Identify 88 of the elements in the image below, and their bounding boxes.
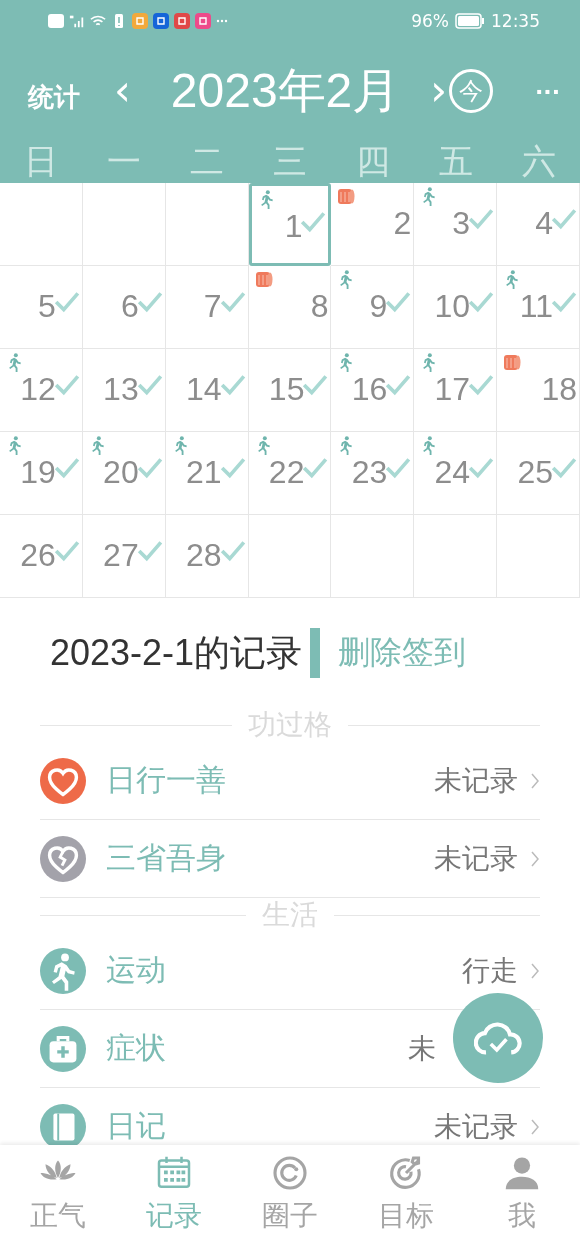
nav-tab[interactable]: 我	[464, 1145, 580, 1242]
day-cell[interactable]: 21	[165, 432, 249, 515]
statistics-link[interactable]: 统计	[28, 79, 80, 115]
record-label[interactable]: 日行一善	[106, 760, 226, 801]
day-number: 13	[103, 371, 139, 408]
day-cell[interactable]: 26	[0, 515, 83, 598]
day-number: 22	[268, 454, 305, 491]
weekday-label: 三	[272, 140, 308, 183]
day-cell[interactable]: 23	[331, 432, 415, 515]
weekday-label: 日	[23, 140, 60, 183]
record-label[interactable]: 运动	[106, 950, 166, 991]
day-number: 20	[103, 454, 139, 491]
day-cell[interactable]: 19	[0, 432, 83, 515]
weekday-label: 四	[354, 140, 391, 183]
day-cell[interactable]: 3	[414, 183, 498, 266]
weekday-label: 一	[106, 140, 143, 183]
delete-checkin-link[interactable]: 删除签到	[338, 631, 467, 675]
day-cell[interactable]: 17	[414, 349, 498, 432]
day-cell[interactable]: 16	[331, 349, 415, 432]
day-number: 17	[434, 371, 471, 408]
record-value: 未	[408, 1030, 436, 1067]
day-cell[interactable]: 6	[82, 266, 166, 349]
day-number: 4	[535, 205, 553, 242]
record-title: 2023-2-1的记录	[50, 630, 303, 675]
day-number: 27	[103, 537, 139, 574]
day-number: 9	[369, 288, 388, 325]
day-number: 24	[434, 454, 471, 491]
previous-month-button[interactable]: ‹	[114, 70, 131, 112]
record-label[interactable]: 症状	[106, 1028, 166, 1069]
day-cell[interactable]: 5	[0, 266, 83, 349]
weekday-label: 二	[189, 140, 226, 183]
day-cell[interactable]: 28	[165, 515, 249, 598]
day-number: 2	[393, 205, 412, 242]
nav-tab[interactable]: 记录	[116, 1145, 232, 1242]
nav-tab[interactable]: 圈子	[232, 1145, 348, 1242]
day-number: 16	[351, 371, 388, 408]
record-label[interactable]: 日记	[106, 1106, 166, 1147]
day-cell[interactable]: 25	[497, 432, 580, 515]
day-cell[interactable]: 24	[414, 432, 498, 515]
day-cell[interactable]: 13	[82, 349, 166, 432]
day-cell[interactable]: 15	[248, 349, 332, 432]
record-value: 未记录	[434, 1108, 518, 1145]
day-cell[interactable]: 11	[497, 266, 580, 349]
day-number: 1	[284, 208, 303, 245]
day-number: 28	[185, 537, 222, 574]
next-month-button[interactable]: ›	[430, 70, 448, 112]
record-value: 未记录	[434, 762, 518, 799]
more-button[interactable]: ···	[534, 78, 560, 104]
day-cell[interactable]: 4	[497, 183, 580, 266]
day-number: 15	[268, 371, 305, 408]
day-cell[interactable]: 27	[82, 515, 166, 598]
day-number: 3	[452, 205, 471, 242]
nav-tab[interactable]: 目标	[348, 1145, 464, 1242]
clock-time: 12:35	[491, 11, 540, 31]
day-cell[interactable]: 10	[414, 266, 498, 349]
day-cell[interactable]: 12	[0, 349, 83, 432]
day-number: 10	[434, 288, 471, 325]
day-cell[interactable]: 8	[248, 266, 332, 349]
record-label[interactable]: 三省吾身	[106, 838, 226, 879]
day-number: 26	[20, 537, 56, 574]
day-cell[interactable]: 9	[331, 266, 415, 349]
weekday-label: 五	[437, 140, 474, 183]
battery-percent: 96%	[411, 11, 449, 31]
month-title: 2023年2月	[170, 63, 401, 119]
record-value: 行走	[462, 952, 518, 989]
day-cell[interactable]: 14	[165, 349, 249, 432]
day-cell[interactable]: 22	[248, 432, 332, 515]
weekday-label: 六	[520, 140, 557, 183]
day-number: 8	[310, 288, 329, 325]
day-number: 18	[541, 371, 577, 408]
day-cell[interactable]: 20	[82, 432, 166, 515]
day-number: 25	[517, 454, 553, 491]
day-number: 11	[519, 288, 553, 325]
day-number: 7	[203, 288, 222, 325]
day-number: 19	[20, 454, 56, 491]
day-cell[interactable]: 1	[248, 183, 332, 266]
record-value: 未记录	[434, 840, 518, 877]
day-number: 21	[185, 454, 222, 491]
day-number: 14	[185, 371, 222, 408]
today-button[interactable]: 今	[449, 69, 494, 113]
day-number: 23	[351, 454, 388, 491]
day-number: 6	[120, 288, 139, 325]
day-cell[interactable]: 7	[165, 266, 249, 349]
day-number: 5	[38, 288, 56, 325]
day-number: 12	[20, 371, 56, 408]
nav-tab[interactable]: 正气	[0, 1145, 116, 1242]
day-cell[interactable]: 2	[331, 183, 415, 266]
day-cell[interactable]: 18	[497, 349, 580, 432]
